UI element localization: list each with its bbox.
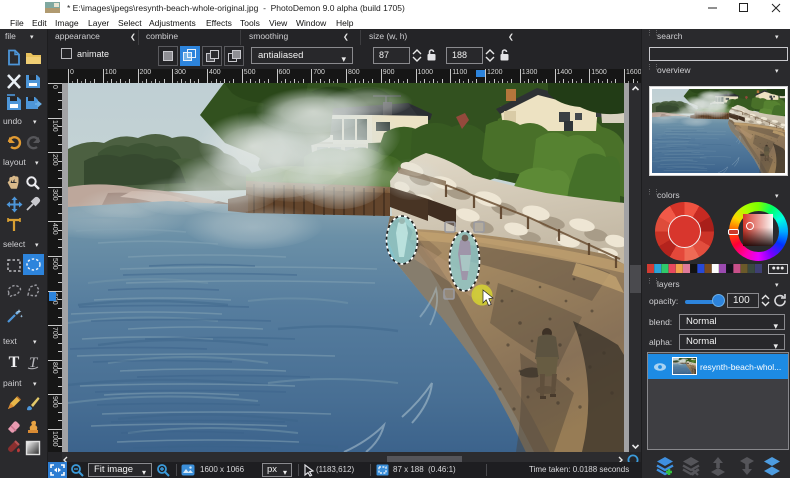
svg-text:T: T: [9, 354, 20, 371]
